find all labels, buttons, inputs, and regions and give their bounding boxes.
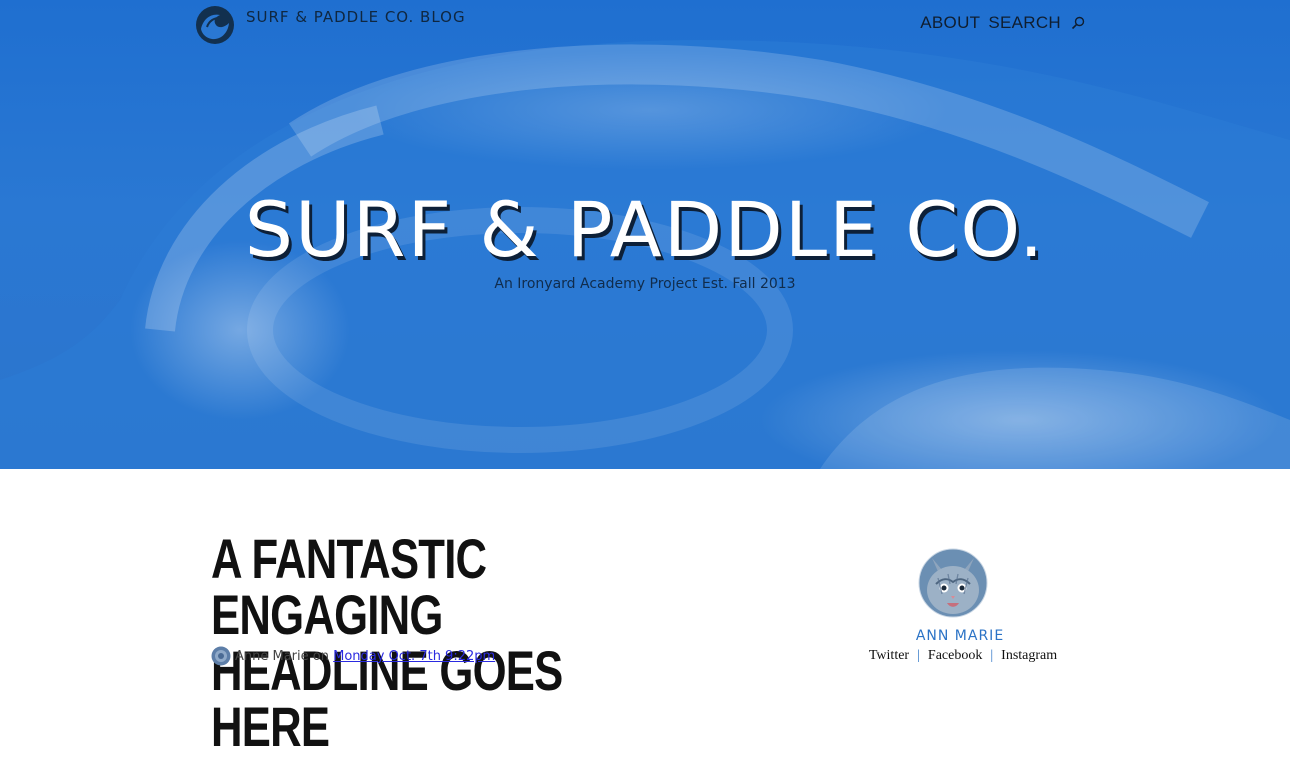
instagram-link[interactable]: Instagram [1001, 648, 1057, 663]
social-links: Twitter | Facebook | Instagram [830, 648, 1096, 664]
author-name[interactable]: ANN MARIE [860, 628, 1060, 644]
nav-search-link[interactable]: SEARCH [988, 13, 1061, 33]
byline-on: on [312, 648, 329, 664]
social-separator: | [917, 648, 920, 663]
author-avatar[interactable] [918, 548, 988, 618]
wave-logo-icon[interactable] [195, 5, 235, 45]
article-headline[interactable]: A FANTASTIC ENGAGING HEADLINE GOES HERE [211, 531, 648, 755]
twitter-link[interactable]: Twitter [869, 648, 909, 663]
hero-title: SURF & PADDLE CO. [244, 185, 1046, 274]
facebook-link[interactable]: Facebook [928, 648, 982, 663]
byline-date-link[interactable]: Monday Oct. 7th 9:22pm [333, 649, 495, 664]
social-separator: | [990, 648, 994, 663]
hero-banner: SURF & PADDLE CO. BLOG ABOUT SEARCH SURF… [0, 0, 1290, 469]
search-icon[interactable] [1071, 16, 1085, 30]
hero-subtitle: An Ironyard Academy Project Est. Fall 20… [494, 276, 796, 292]
byline-author: Anne Marie [235, 648, 309, 664]
article-byline: Anne Marie on Monday Oct. 7th 9:22pm [211, 646, 495, 666]
top-nav: ABOUT SEARCH [920, 13, 1085, 33]
nav-about-link[interactable]: ABOUT [920, 13, 980, 33]
author-mini-avatar [211, 646, 231, 666]
blog-title-link[interactable]: SURF & PADDLE CO. BLOG [246, 8, 466, 26]
